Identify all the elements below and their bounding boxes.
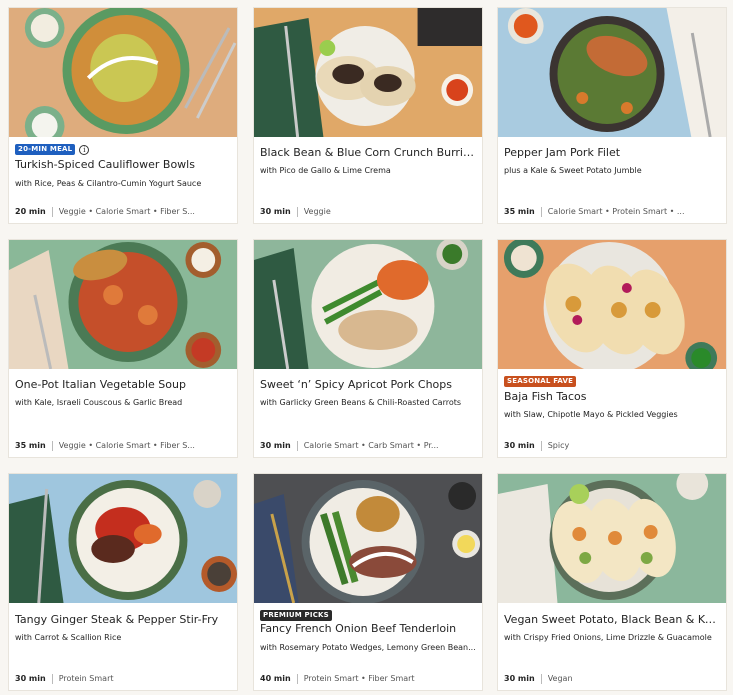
recipe-title[interactable]: Fancy French Onion Beef Tenderloin: [260, 622, 476, 636]
recipe-card[interactable]: 20-MIN MEAL i Turkish-Spiced Cauliflower…: [8, 7, 238, 224]
recipe-card[interactable]: Black Bean & Blue Corn Crunch Burritos w…: [253, 7, 483, 224]
divider: [296, 441, 298, 451]
recipe-tags: Veggie • Calorie Smart • Fiber S...: [58, 441, 195, 450]
recipe-subtitle: with Slaw, Chipotle Mayo & Pickled Veggi…: [504, 410, 678, 419]
badge-seasonal-fave: SEASONAL FAVE: [504, 376, 577, 387]
cook-time: 35 min: [504, 207, 535, 216]
recipe-info: One-Pot Italian Vegetable Soup with Kale…: [9, 369, 237, 457]
recipe-tags: Vegan: [547, 674, 573, 683]
recipe-tags: Veggie: [303, 207, 331, 216]
cook-time: 30 min: [504, 441, 535, 450]
recipe-info: Black Bean & Blue Corn Crunch Burritos w…: [254, 137, 482, 223]
recipe-image[interactable]: [498, 474, 726, 603]
recipe-image[interactable]: [498, 8, 726, 137]
recipe-info: PREMIUM PICKS Fancy French Onion Beef Te…: [254, 603, 482, 690]
recipe-image[interactable]: [498, 240, 726, 369]
info-icon[interactable]: i: [79, 144, 90, 155]
recipe-meta: 30 min Spicy: [504, 441, 720, 451]
divider: [51, 441, 53, 451]
recipe-subtitle: with Kale, Israeli Couscous & Garlic Bre…: [15, 398, 183, 407]
recipe-meta: 40 min Protein Smart • Fiber Smart: [260, 674, 476, 684]
badge-premium-picks: PREMIUM PICKS: [260, 610, 332, 621]
cook-time: 40 min: [260, 674, 291, 683]
recipe-subtitle: plus a Kale & Sweet Potato Jumble: [504, 166, 642, 175]
badge-row: PREMIUM PICKS: [260, 610, 332, 621]
recipe-subtitle: with Pico de Gallo & Lime Crema: [260, 166, 391, 175]
recipe-title[interactable]: Tangy Ginger Steak & Pepper Stir-Fry: [15, 613, 231, 627]
recipe-card[interactable]: Tangy Ginger Steak & Pepper Stir-Fry wit…: [8, 473, 238, 691]
recipe-image[interactable]: [9, 474, 237, 603]
recipe-tags: Veggie • Calorie Smart • Fiber S...: [58, 207, 195, 216]
recipe-title[interactable]: One-Pot Italian Vegetable Soup: [15, 378, 231, 392]
recipe-card[interactable]: Sweet ‘n’ Spicy Apricot Pork Chops with …: [253, 239, 483, 458]
recipe-title[interactable]: Baja Fish Tacos: [504, 390, 720, 404]
recipe-title[interactable]: Black Bean & Blue Corn Crunch Burritos: [260, 146, 476, 160]
recipe-meta: 20 min Veggie • Calorie Smart • Fiber S.…: [15, 207, 231, 217]
recipe-tags: Protein Smart • Fiber Smart: [303, 674, 415, 683]
divider: [51, 207, 53, 217]
recipe-card[interactable]: One-Pot Italian Vegetable Soup with Kale…: [8, 239, 238, 458]
cook-time: 30 min: [260, 207, 291, 216]
divider: [296, 207, 298, 217]
recipe-image[interactable]: [9, 240, 237, 369]
cook-time: 20 min: [15, 207, 46, 216]
recipe-info: 20-MIN MEAL i Turkish-Spiced Cauliflower…: [9, 137, 237, 223]
cook-time: 30 min: [260, 441, 291, 450]
recipe-image[interactable]: [254, 8, 482, 137]
recipe-tags: Protein Smart: [58, 674, 114, 683]
recipe-tags: Calorie Smart • Protein Smart • ...: [547, 207, 685, 216]
recipe-tags: Calorie Smart • Carb Smart • Pr...: [303, 441, 439, 450]
recipe-tags: Spicy: [547, 441, 570, 450]
badge-row: SEASONAL FAVE: [504, 376, 577, 387]
recipe-title[interactable]: Turkish-Spiced Cauliflower Bowls: [15, 158, 231, 172]
cook-time: 35 min: [15, 441, 46, 450]
recipe-info: Vegan Sweet Potato, Black Bean & Kale ..…: [498, 603, 726, 690]
recipe-meta: 35 min Calorie Smart • Protein Smart • .…: [504, 207, 720, 217]
recipe-card[interactable]: Vegan Sweet Potato, Black Bean & Kale ..…: [497, 473, 727, 691]
recipe-info: SEASONAL FAVE Baja Fish Tacos with Slaw,…: [498, 369, 726, 457]
recipe-title[interactable]: Sweet ‘n’ Spicy Apricot Pork Chops: [260, 378, 476, 392]
recipe-grid: 20-MIN MEAL i Turkish-Spiced Cauliflower…: [0, 0, 733, 695]
recipe-subtitle: with Garlicky Green Beans & Chili-Roaste…: [260, 398, 462, 407]
recipe-info: Sweet ‘n’ Spicy Apricot Pork Chops with …: [254, 369, 482, 457]
recipe-meta: 30 min Vegan: [504, 674, 720, 684]
recipe-meta: 30 min Calorie Smart • Carb Smart • Pr..…: [260, 441, 476, 451]
recipe-card[interactable]: PREMIUM PICKS Fancy French Onion Beef Te…: [253, 473, 483, 691]
recipe-subtitle: with Crispy Fried Onions, Lime Drizzle &…: [504, 633, 712, 642]
divider: [51, 674, 53, 684]
recipe-meta: 35 min Veggie • Calorie Smart • Fiber S.…: [15, 441, 231, 451]
recipe-image[interactable]: [9, 8, 237, 137]
recipe-card[interactable]: SEASONAL FAVE Baja Fish Tacos with Slaw,…: [497, 239, 727, 458]
recipe-meta: 30 min Protein Smart: [15, 674, 231, 684]
recipe-card[interactable]: Pepper Jam Pork Filet plus a Kale & Swee…: [497, 7, 727, 224]
recipe-image[interactable]: [254, 474, 482, 603]
recipe-title[interactable]: Vegan Sweet Potato, Black Bean & Kale ..…: [504, 613, 720, 627]
divider: [540, 674, 542, 684]
recipe-title[interactable]: Pepper Jam Pork Filet: [504, 146, 720, 160]
recipe-meta: 30 min Veggie: [260, 207, 476, 217]
recipe-subtitle: with Rice, Peas & Cilantro-Cumin Yogurt …: [15, 179, 202, 188]
recipe-subtitle: with Rosemary Potato Wedges, Lemony Gree…: [260, 643, 476, 652]
recipe-info: Tangy Ginger Steak & Pepper Stir-Fry wit…: [9, 603, 237, 690]
recipe-info: Pepper Jam Pork Filet plus a Kale & Swee…: [498, 137, 726, 223]
badge-20-min-meal: 20-MIN MEAL: [15, 144, 76, 155]
divider: [540, 441, 542, 451]
recipe-subtitle: with Carrot & Scallion Rice: [15, 633, 122, 642]
divider: [540, 207, 542, 217]
badge-row: 20-MIN MEAL i: [15, 144, 90, 155]
cook-time: 30 min: [15, 674, 46, 683]
divider: [296, 674, 298, 684]
cook-time: 30 min: [504, 674, 535, 683]
recipe-image[interactable]: [254, 240, 482, 369]
